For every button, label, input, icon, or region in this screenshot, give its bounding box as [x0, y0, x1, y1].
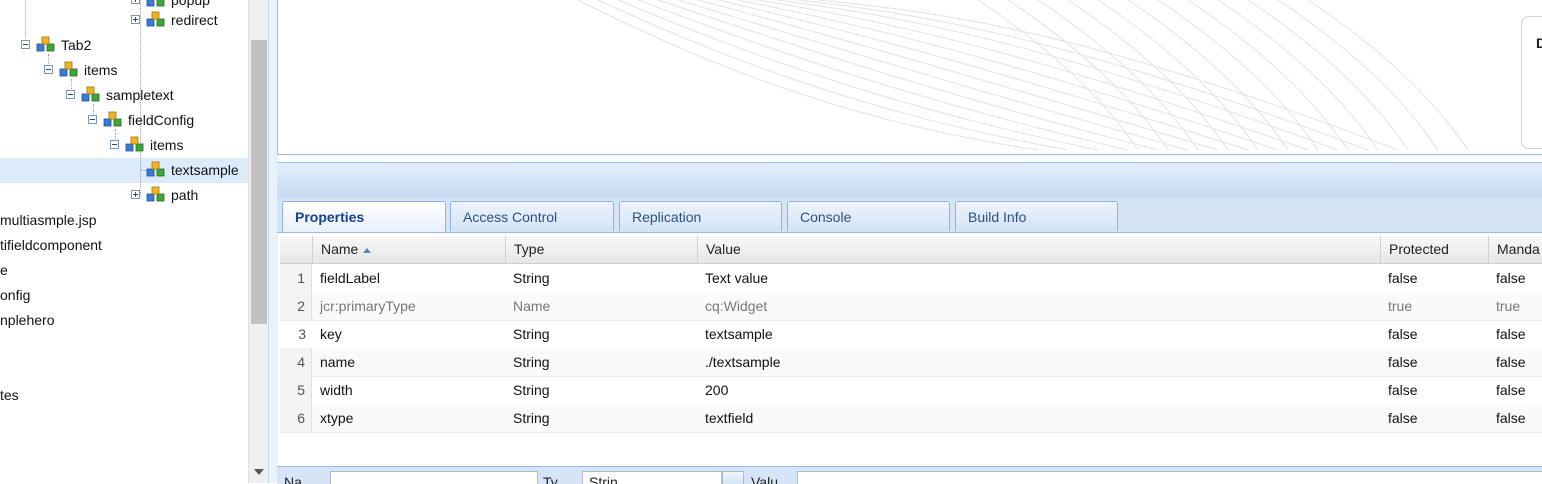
cell-type[interactable]: String [505, 348, 697, 376]
row-number: 3 [298, 326, 306, 342]
tab-access-control[interactable]: Access Control [450, 201, 614, 231]
node-icon [103, 111, 122, 127]
cell-type[interactable]: String [505, 404, 697, 432]
tab-build-info[interactable]: Build Info [955, 201, 1118, 231]
scrollbar-thumb[interactable] [251, 40, 267, 324]
cell-protected: false [1388, 410, 1418, 426]
collapse-icon[interactable] [21, 40, 30, 49]
collapse-icon[interactable] [110, 140, 119, 149]
cell-mandatory: false [1496, 270, 1526, 286]
cell-protected: false [1388, 382, 1418, 398]
column-header-value[interactable]: Value [697, 236, 1380, 263]
table-row[interactable]: 4 name String ./textsample false false [280, 348, 1542, 377]
tree-item-items[interactable]: items [0, 58, 248, 82]
node-icon [146, 161, 165, 177]
property-value-input[interactable] [797, 471, 1542, 484]
cell-value[interactable]: 200 [697, 376, 1380, 404]
editor-panel: D [277, 0, 1542, 155]
column-header-type[interactable]: Type [505, 236, 697, 263]
row-number-header [280, 236, 312, 263]
node-icon [125, 136, 144, 152]
tab-properties[interactable]: Properties [282, 201, 446, 232]
cell-name[interactable]: jcr:primaryType [312, 292, 506, 320]
node-icon [146, 186, 165, 202]
cell-protected: false [1388, 270, 1418, 286]
tree-item-textsample[interactable]: textsample [0, 158, 248, 182]
cell-name[interactable]: xtype [312, 404, 506, 432]
cell-value[interactable]: Text value [697, 264, 1380, 292]
cell-name[interactable]: fieldLabel [312, 264, 506, 292]
row-number: 1 [280, 264, 312, 292]
node-icon [146, 11, 165, 27]
table-row[interactable]: 1 fieldLabel String Text value false fal… [280, 264, 1542, 293]
cell-name[interactable]: name [312, 348, 506, 376]
cell-type[interactable]: String [505, 376, 697, 404]
tree-scrollbar[interactable] [248, 0, 269, 483]
cell-value[interactable]: textfield [697, 404, 1380, 432]
property-type-select[interactable]: Strin [582, 471, 722, 484]
cell-mandatory: false [1496, 354, 1526, 370]
properties-grid: Name Type Value Protected Manda 1 fieldL… [280, 236, 1542, 466]
cell-mandatory: true [1496, 298, 1521, 314]
cell-mandatory: false [1496, 410, 1526, 426]
panel-header-strip [277, 162, 1542, 199]
property-name-input[interactable] [330, 471, 538, 484]
tab-console[interactable]: Console [787, 201, 950, 231]
expand-icon[interactable] [131, 190, 140, 199]
grid-header: Name Type Value Protected Manda [280, 236, 1542, 264]
tree-item-redirect[interactable]: redirect [0, 8, 248, 32]
side-panel: D [1521, 16, 1542, 149]
table-row[interactable]: 6 xtype String textfield false false [280, 404, 1542, 433]
row-number: 5 [280, 376, 312, 404]
row-number: 2 [280, 292, 312, 320]
repository-tree: popup redirect Tab2 items sampletext fie… [0, 0, 248, 483]
expand-icon[interactable] [131, 15, 140, 24]
collapse-icon[interactable] [88, 115, 97, 124]
node-icon [36, 36, 55, 52]
cell-mandatory: false [1496, 382, 1526, 398]
background-swirl-graphic [577, 0, 1469, 151]
cell-type[interactable]: Name [505, 292, 697, 320]
cell-name[interactable]: width [312, 376, 506, 404]
row-number: 6 [280, 404, 312, 432]
cell-type[interactable]: String [505, 320, 697, 348]
node-icon [81, 86, 100, 102]
cell-value[interactable]: ./textsample [697, 348, 1380, 376]
tree-item-items-nested[interactable]: items [0, 133, 248, 157]
collapse-icon[interactable] [44, 65, 53, 74]
tree-item-path[interactable]: path [0, 183, 248, 207]
cell-mandatory: false [1496, 326, 1526, 342]
cell-value[interactable]: textsample [697, 320, 1380, 348]
cell-protected: false [1388, 354, 1418, 370]
column-header-protected[interactable]: Protected [1380, 236, 1488, 263]
table-row-highlighted[interactable]: 3 key String textsample false false [280, 320, 1542, 349]
row-number: 4 [280, 348, 312, 376]
table-row[interactable]: 2 jcr:primaryType Name cq:Widget true tr… [280, 292, 1542, 321]
table-row[interactable]: 5 width String 200 false false [280, 376, 1542, 405]
cell-protected: true [1388, 298, 1413, 314]
tree-item-fieldconfig[interactable]: fieldConfig [0, 108, 248, 132]
tab-bar: Properties Access Control Replication Co… [277, 198, 1542, 233]
tree-item-sampletext[interactable]: sampletext [0, 83, 248, 107]
cell-type[interactable]: String [505, 264, 697, 292]
cell-value[interactable]: cq:Widget [697, 292, 1380, 320]
column-header-mandatory[interactable]: Manda [1488, 236, 1542, 263]
cell-name[interactable]: key [312, 320, 506, 348]
collapse-icon[interactable] [66, 90, 75, 99]
tab-replication[interactable]: Replication [619, 201, 782, 231]
tree-item-tab2[interactable]: Tab2 [0, 33, 248, 57]
node-icon [59, 61, 78, 77]
add-property-form: Na Ty Strin Valu [277, 466, 1542, 484]
cell-protected: false [1388, 326, 1418, 342]
sort-ascending-icon [363, 247, 372, 253]
chevron-down-icon[interactable] [722, 471, 744, 484]
expand-icon[interactable] [131, 0, 140, 4]
scroll-down-arrow-icon[interactable] [254, 469, 264, 475]
column-header-name[interactable]: Name [312, 236, 506, 263]
